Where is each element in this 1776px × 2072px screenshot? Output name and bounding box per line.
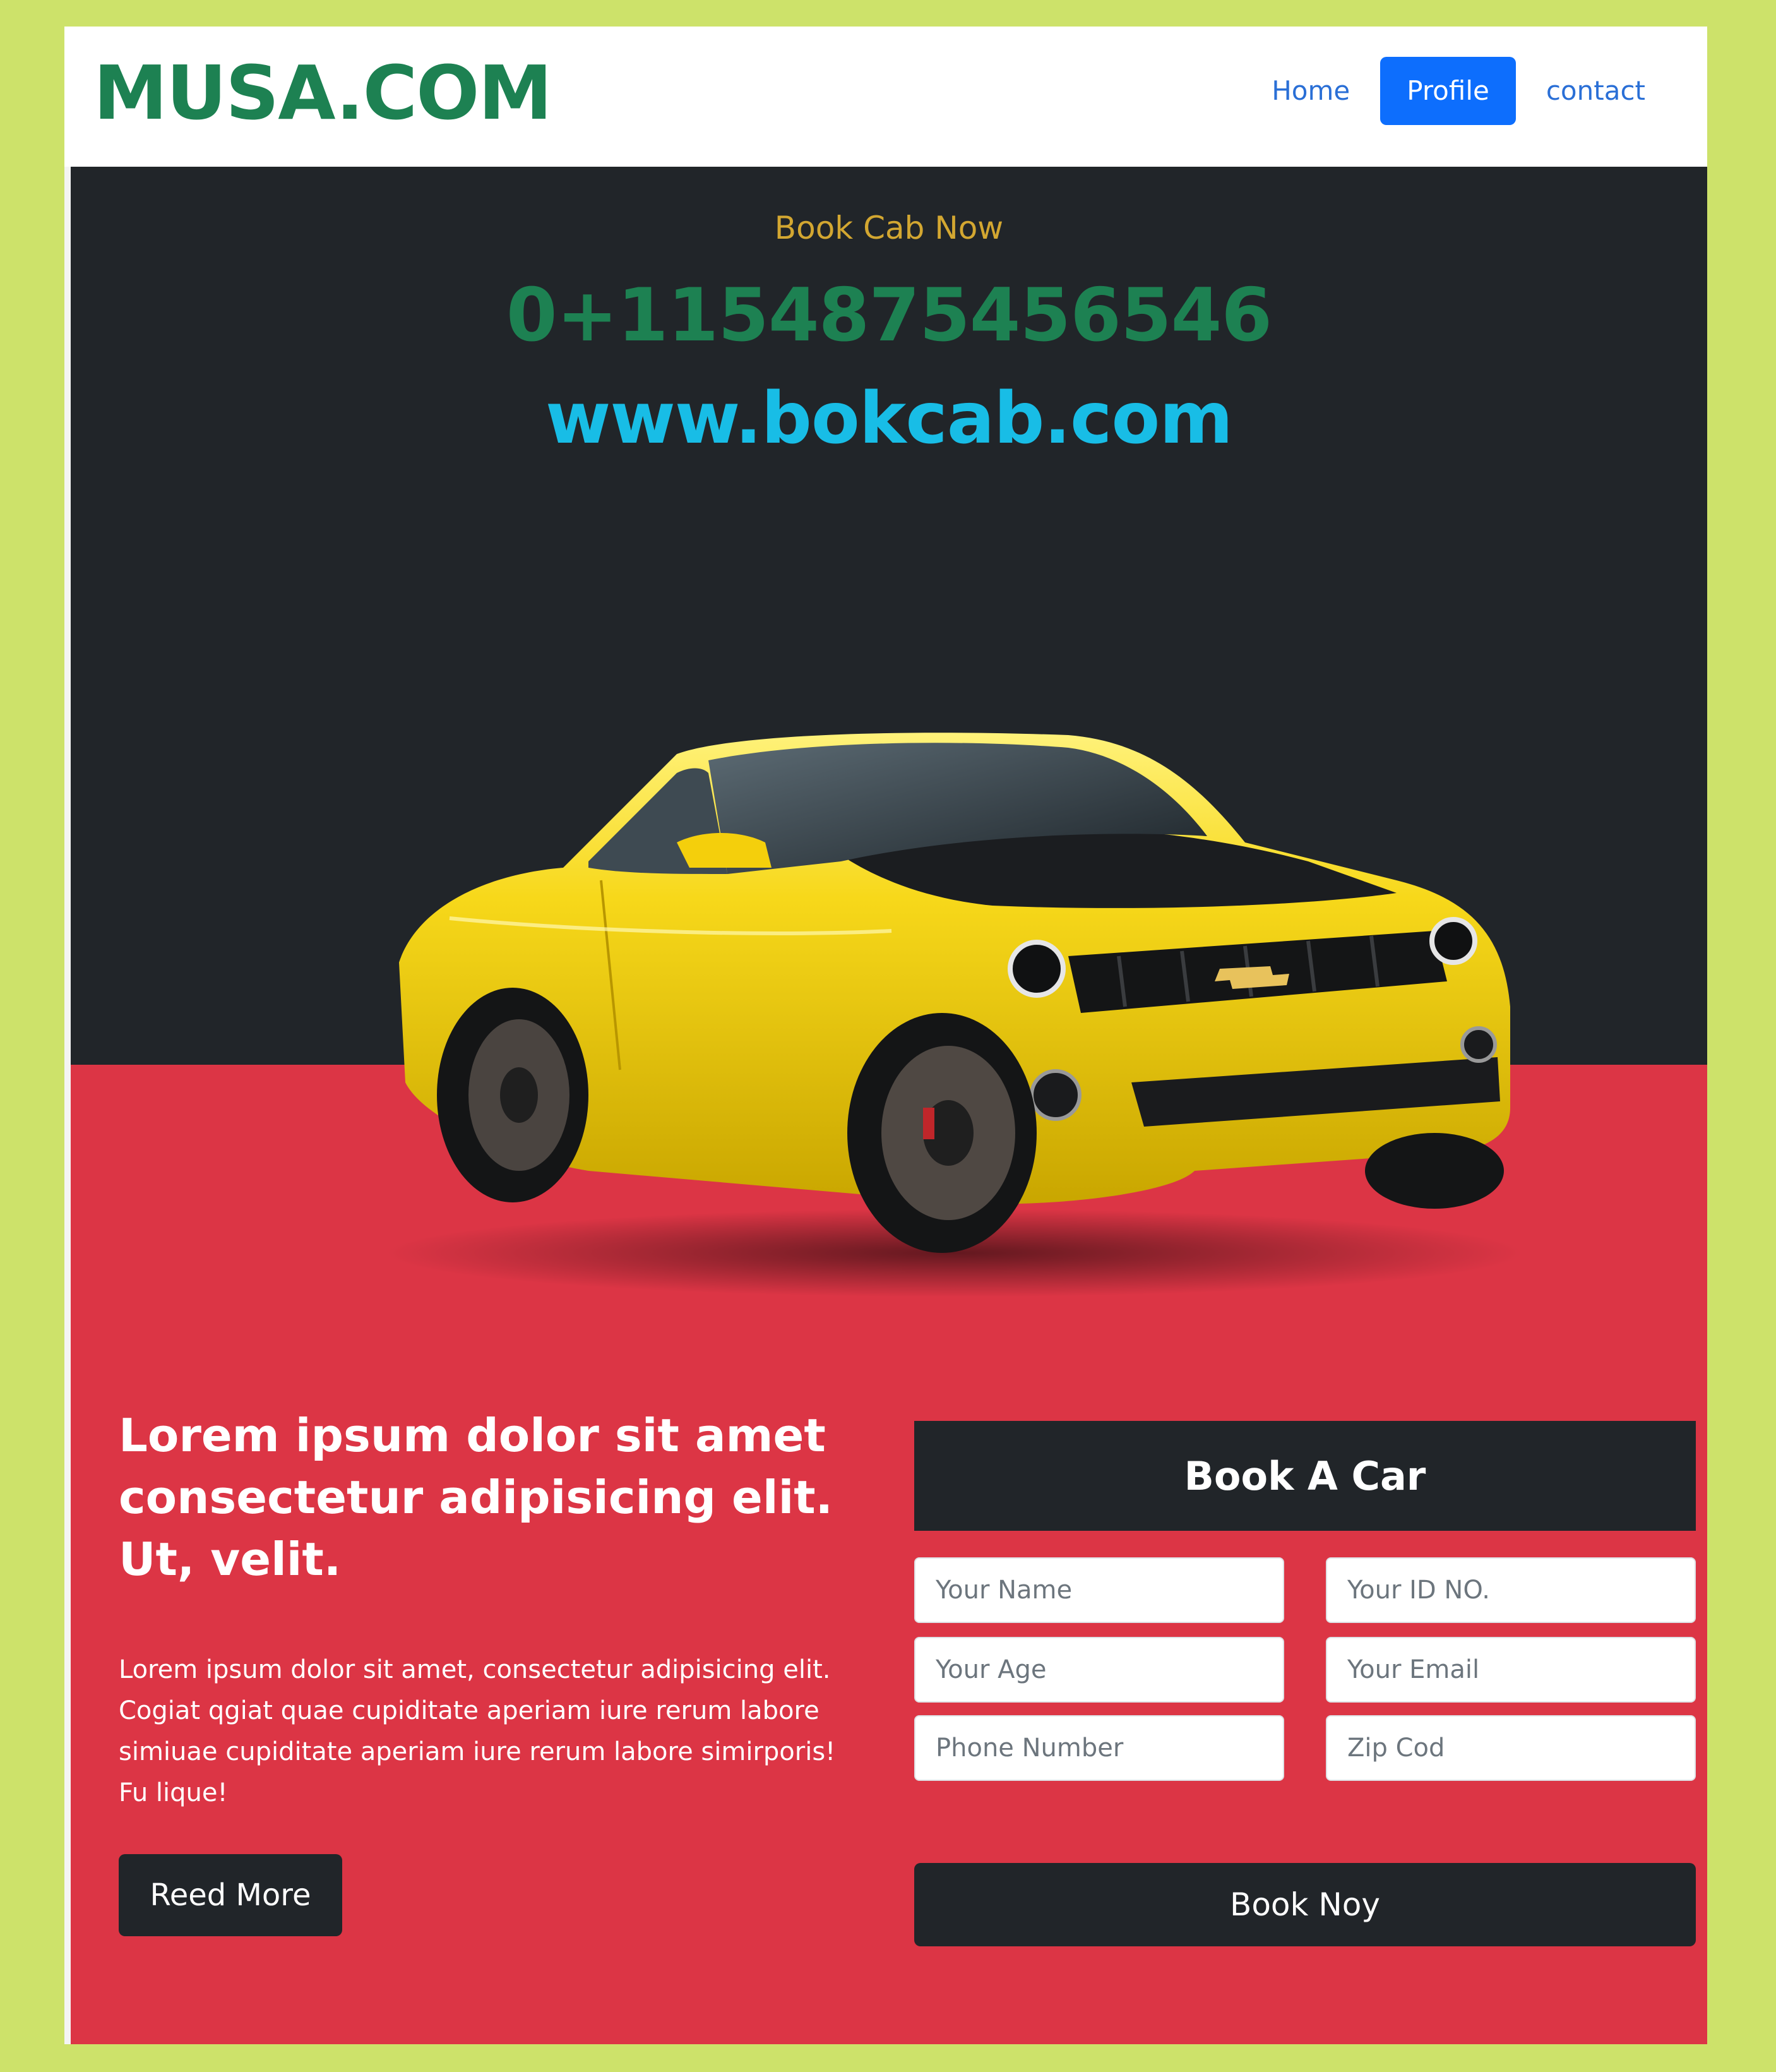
book-now-button[interactable]: Book Noy (914, 1863, 1696, 1946)
hero-section: Book Cab Now 0+1154875456546 www.bokcab.… (71, 167, 1707, 2044)
nav-link-profile[interactable]: Profile (1380, 57, 1516, 125)
car-image (386, 733, 1523, 1297)
nav-link-contact[interactable]: contact (1520, 57, 1672, 125)
phone-input[interactable] (914, 1715, 1284, 1781)
nav-links: Home Profile contact (1245, 57, 1672, 125)
page: MUSA.COM Home Profile contact Book Cab N… (64, 27, 1707, 2044)
intro-body: Lorem ipsum dolor sit amet, consectetur … (119, 1655, 836, 1807)
navbar: MUSA.COM Home Profile contact (64, 27, 1707, 167)
nav-link-home[interactable]: Home (1245, 57, 1376, 125)
id-number-input[interactable] (1326, 1557, 1696, 1623)
hero-phone-number: 0+1154875456546 (506, 273, 1272, 358)
booking-form-title: Book A Car (914, 1421, 1696, 1531)
name-input[interactable] (914, 1557, 1284, 1623)
book-cab-kicker: Book Cab Now (774, 210, 1004, 246)
read-more-button[interactable]: Reed More (119, 1854, 342, 1936)
email-input[interactable] (1326, 1637, 1696, 1703)
zip-input[interactable] (1326, 1715, 1696, 1781)
hero-website: www.bokcab.com (545, 378, 1233, 460)
age-input[interactable] (914, 1637, 1284, 1703)
intro-title: Lorem ipsum dolor sit amet consectetur a… (119, 1409, 833, 1586)
left-border (64, 167, 71, 2044)
brand-logo[interactable]: MUSA.COM (93, 45, 552, 140)
